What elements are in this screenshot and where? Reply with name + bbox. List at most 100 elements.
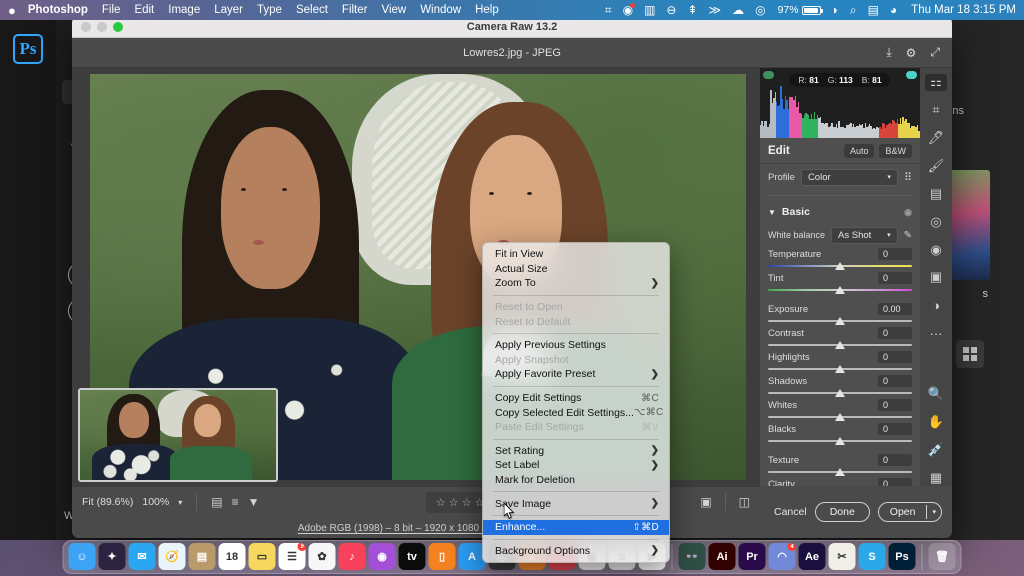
snagit-icon[interactable]: ✂ xyxy=(829,543,856,570)
slider-track-texture[interactable] xyxy=(768,467,912,477)
menu-help[interactable]: Help xyxy=(475,4,499,16)
zoom-fit-label[interactable]: Fit (89.6%) xyxy=(82,496,133,508)
filter-icon[interactable]: ▼ xyxy=(248,495,260,509)
sort-icon[interactable]: ≡ xyxy=(232,495,239,509)
camera-recording-icon[interactable]: ◉ xyxy=(623,4,633,16)
slider-value-contrast[interactable]: 0 xyxy=(878,327,912,339)
slider-track-whites[interactable] xyxy=(768,412,912,422)
white-balance-select[interactable]: As Shot ▾ xyxy=(831,227,898,244)
slider-texture[interactable]: Texture0 xyxy=(760,453,920,477)
slider-value-tint[interactable]: 0 xyxy=(878,272,912,284)
slider-track-temperature[interactable] xyxy=(768,261,912,271)
trash-icon[interactable]: 🗑 xyxy=(929,543,956,570)
auto-button[interactable]: Auto xyxy=(844,144,875,158)
music-icon[interactable]: ♪ xyxy=(339,543,366,570)
menu-layer[interactable]: Layer xyxy=(214,4,243,16)
slider-value-temperature[interactable]: 0 xyxy=(878,248,912,260)
teamviewer-icon[interactable]: 👓 xyxy=(679,543,706,570)
filmstrip-view-icon[interactable]: ▤ xyxy=(211,495,222,509)
books-icon[interactable]: ▯ xyxy=(429,543,456,570)
menubar-clock[interactable]: Thu Mar 18 3:15 PM xyxy=(911,4,1016,16)
split-view-icon[interactable]: ◫ xyxy=(739,495,750,509)
eyedropper-icon[interactable]: ✎ xyxy=(904,230,912,241)
premiere-icon[interactable]: Pr xyxy=(739,543,766,570)
menu-window[interactable]: Window xyxy=(420,4,461,16)
context-menu-item-copy-edit-settings[interactable]: Copy Edit Settings⌘C xyxy=(483,391,669,406)
safari-icon[interactable]: 🧭 xyxy=(159,543,186,570)
zoom-tool[interactable]: 🔍 xyxy=(925,386,947,403)
context-menu-item-enhance[interactable]: Enhance...⇧⌘D xyxy=(483,520,669,535)
context-menu-item-mark-for-deletion[interactable]: Mark for Deletion xyxy=(483,473,669,488)
profile-browser-icon[interactable]: ⠿ xyxy=(904,171,912,184)
contacts-icon[interactable]: ▤ xyxy=(189,543,216,570)
chevron-down-icon[interactable]: ▾ xyxy=(926,505,941,519)
battery-icon[interactable] xyxy=(802,6,821,15)
aftereffects-icon[interactable]: Ae xyxy=(799,543,826,570)
context-menu-item-background-options[interactable]: Background Options❯ xyxy=(483,544,669,559)
cloud-icon[interactable]: ☁ xyxy=(732,4,744,16)
slider-shadows[interactable]: Shadows0 xyxy=(760,374,920,398)
appletv-icon[interactable]: tv xyxy=(399,543,426,570)
menu-file[interactable]: File xyxy=(102,4,121,16)
slider-highlights[interactable]: Highlights0 xyxy=(760,350,920,374)
more-options-tool[interactable]: ··· xyxy=(925,325,947,342)
notes-icon[interactable]: ▭ xyxy=(249,543,276,570)
slider-value-texture[interactable]: 0 xyxy=(878,454,912,466)
timemachine-icon[interactable]: ◎ xyxy=(755,4,765,16)
context-menu-item-set-label[interactable]: Set Label❯ xyxy=(483,458,669,473)
slider-track-shadows[interactable] xyxy=(768,388,912,398)
slider-track-tint[interactable] xyxy=(768,285,912,295)
done-button[interactable]: Done xyxy=(815,502,870,522)
context-menu-item-zoom-to[interactable]: Zoom To❯ xyxy=(483,276,669,291)
context-menu-item-fit-in-view[interactable]: Fit in View xyxy=(483,247,669,262)
control-center-icon[interactable]: ▤ xyxy=(868,4,879,16)
slider-temperature[interactable]: Temperature0 xyxy=(760,247,920,271)
context-menu-item-apply-previous-settings[interactable]: Apply Previous Settings xyxy=(483,338,669,353)
cancel-button[interactable]: Cancel xyxy=(774,506,807,518)
menu-select[interactable]: Select xyxy=(296,4,328,16)
profile-select[interactable]: Color ▾ xyxy=(801,169,898,186)
slider-value-exposure[interactable]: 0.00 xyxy=(878,303,912,315)
slider-whites[interactable]: Whites0 xyxy=(760,398,920,422)
bartender-icon[interactable]: ▥ xyxy=(644,4,655,16)
zoom-level-value[interactable]: 100% xyxy=(142,496,169,508)
context-menu-item-set-rating[interactable]: Set Rating❯ xyxy=(483,444,669,459)
slider-value-shadows[interactable]: 0 xyxy=(878,375,912,387)
red-eye-tool[interactable]: ◉ xyxy=(925,241,947,258)
slider-value-blacks[interactable]: 0 xyxy=(878,423,912,435)
snapshots-tool[interactable]: ▣ xyxy=(925,269,947,286)
menu-filter[interactable]: Filter xyxy=(342,4,368,16)
discord-icon[interactable]: ◠4 xyxy=(769,543,796,570)
slider-track-contrast[interactable] xyxy=(768,340,912,350)
bw-button[interactable]: B&W xyxy=(879,144,912,158)
highlight-clipping-icon[interactable] xyxy=(906,71,917,79)
adjustment-brush-tool[interactable]: 🖌 xyxy=(925,158,947,175)
spot-removal-tool[interactable]: 🖊 xyxy=(925,130,947,147)
menu-view[interactable]: View xyxy=(381,4,406,16)
graduated-filter-tool[interactable]: ▤ xyxy=(925,185,947,202)
context-menu-item-copy-selected-edit-settings[interactable]: Copy Selected Edit Settings...⌥⌘C xyxy=(483,405,669,420)
slider-value-highlights[interactable]: 0 xyxy=(878,351,912,363)
reminders-icon[interactable]: ☰9 xyxy=(279,543,306,570)
crop-tool[interactable]: ⌗ xyxy=(925,102,947,119)
dnd-icon[interactable]: ⊖ xyxy=(666,4,676,16)
menu-photoshop[interactable]: Photoshop xyxy=(28,4,88,16)
context-menu-item-actual-size[interactable]: Actual Size xyxy=(483,262,669,277)
grid-overlay-tool[interactable]: ▦ xyxy=(925,469,947,486)
slider-track-exposure[interactable] xyxy=(768,316,912,326)
slider-track-blacks[interactable] xyxy=(768,436,912,446)
illustrator-icon[interactable]: Ai xyxy=(709,543,736,570)
photos-icon[interactable]: ✿ xyxy=(309,543,336,570)
hand-tool[interactable]: ✋ xyxy=(925,413,947,430)
chevron-down-icon[interactable]: ▾ xyxy=(178,498,182,507)
slider-blacks[interactable]: Blacks0 xyxy=(760,422,920,446)
search-icon[interactable]: ⌕ xyxy=(850,4,857,16)
grid-view-button[interactable] xyxy=(956,340,984,368)
slider-value-whites[interactable]: 0 xyxy=(878,399,912,411)
mail-icon[interactable]: ✉ xyxy=(129,543,156,570)
photoshop-icon[interactable]: Ps xyxy=(889,543,916,570)
backup-icon[interactable]: ⇞ xyxy=(687,4,697,16)
filmstrip-thumbnail[interactable] xyxy=(78,388,278,482)
macos-menu-bar[interactable]: ●PhotoshopFileEditImageLayerTypeSelectFi… xyxy=(0,0,1024,20)
presets-tool[interactable]: ◑ xyxy=(925,297,947,314)
